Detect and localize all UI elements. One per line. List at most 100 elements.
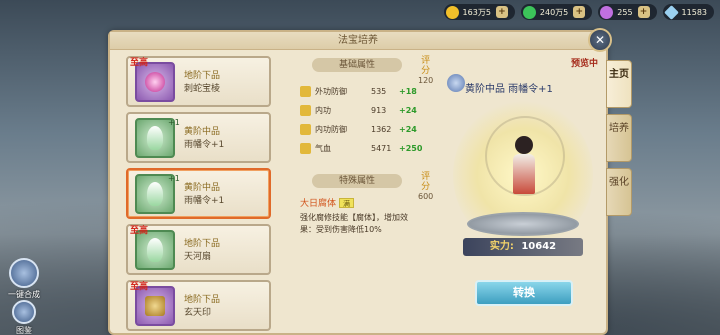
special-skill: 大日腐体 满 强化腐修技能【腐体】，增加效果：受到伤害降低10% — [290, 196, 440, 236]
base-score: 评分 120 — [418, 56, 433, 86]
diamond-icon — [663, 4, 679, 20]
grade-emblem-icon — [447, 74, 465, 92]
base-attr-list: 外功防御 535 +18 内功 913 +24 内功防御 1362 +24 气血… — [290, 82, 440, 158]
attr-value: 535 — [371, 87, 387, 96]
skill-name: 大日腐体 — [300, 199, 337, 209]
gold-coin-icon — [445, 5, 459, 19]
item-name: 刺蛇宝棱 — [184, 84, 221, 94]
currency-gold-value: 163万5 — [462, 7, 491, 17]
attribute-section: 基础属性 评分 120 外功防御 535 +18 内功 913 +24 内功防御 — [290, 56, 440, 326]
treasure-list[interactable]: 至高 地阶下品 刺蛇宝棱 +1 黄阶中品 雨幡令+1 +1 黄阶中品 雨幡令+1… — [126, 56, 281, 334]
shield-icon — [300, 86, 311, 97]
attr-name: 内功 — [315, 106, 331, 115]
attr-row: 气血 5471 +250 — [300, 139, 440, 158]
attr-row: 内功防御 1362 +24 — [300, 120, 440, 139]
score-value: 120 — [418, 76, 434, 85]
attr-delta: +250 — [399, 144, 423, 153]
item-plus: +1 — [168, 174, 180, 183]
item-grade: 黄阶中品 — [184, 127, 221, 137]
power-display: 实力: 10642 — [463, 238, 583, 256]
list-item[interactable]: 至高 地阶下品 刺蛇宝棱 — [126, 56, 271, 107]
item-grade: 地阶下品 — [184, 71, 221, 81]
leaf-token-icon — [147, 126, 163, 150]
attr-value: 913 — [371, 106, 387, 115]
currency-bar: 163万5 + 240万5 + 255 + 11583 — [443, 3, 714, 21]
item-plus: +1 — [168, 118, 180, 127]
treasure-panel: 法宝培养 ✕ 至高 地阶下品 刺蛇宝棱 +1 黄阶中品 雨幡令+1 +1 黄阶中… — [108, 28, 612, 335]
add-jade-button[interactable]: + — [573, 6, 586, 18]
tab-home[interactable]: 主页 — [606, 60, 632, 108]
skill-level-badge: 满 — [339, 197, 355, 208]
top-tier-tag: 至高 — [130, 282, 149, 292]
special-attr-header: 特殊属性 评分 600 — [290, 172, 433, 201]
tab-cultivate[interactable]: 培养 — [606, 114, 632, 162]
preview-title: 黄阶中品 雨幡令+1 — [465, 84, 553, 95]
special-attr-label: 特殊属性 — [312, 174, 402, 188]
treasure-thumb — [135, 286, 175, 326]
treasure-preview: 预览中 黄阶中品 雨幡令+1 实力: 10642 转换 — [445, 54, 605, 334]
treasure-thumb — [135, 62, 175, 102]
panel-title: 法宝培养 — [110, 32, 606, 50]
seal-icon — [145, 296, 165, 316]
fan-icon — [147, 238, 163, 262]
codex-label: 图鉴 — [16, 326, 32, 335]
item-name: 雨幡令+1 — [184, 196, 225, 206]
item-grade: 黄阶中品 — [184, 183, 221, 193]
currency-jade-value: 240万5 — [539, 7, 569, 17]
base-attr-header: 基础属性 评分 120 — [290, 56, 433, 85]
score-label: 评分 — [421, 56, 431, 76]
currency-jade[interactable]: 240万5 + — [520, 4, 593, 20]
item-name: 玄天印 — [184, 308, 212, 318]
tab-enhance[interactable]: 强化 — [606, 168, 632, 216]
item-name: 雨幡令+1 — [184, 140, 225, 150]
character-model — [507, 136, 541, 206]
power-value: 10642 — [521, 241, 557, 252]
list-item-selected[interactable]: +1 黄阶中品 雨幡令+1 — [126, 168, 271, 219]
add-orb-button[interactable]: + — [637, 6, 650, 18]
attr-name: 外功防御 — [315, 87, 347, 96]
currency-diamond[interactable]: 11583 — [662, 4, 714, 20]
codex-button[interactable]: 图鉴 — [4, 300, 44, 335]
flower-gem-icon — [145, 72, 165, 92]
item-name: 天河扇 — [184, 252, 212, 262]
currency-gold[interactable]: 163万5 + — [443, 4, 515, 20]
leaf-token-icon — [147, 182, 163, 206]
attr-name: 内功防御 — [315, 125, 347, 134]
sword-icon — [300, 105, 311, 116]
base-attr-label: 基础属性 — [312, 58, 402, 72]
currency-diamond-value: 11583 — [681, 7, 707, 17]
currency-orb[interactable]: 255 + — [598, 4, 657, 20]
pedestal — [467, 212, 579, 236]
one-click-combine-button[interactable]: 一键合成 — [4, 258, 44, 300]
combine-label: 一键合成 — [8, 290, 40, 299]
attr-value: 5471 — [371, 144, 392, 153]
list-item[interactable]: +1 黄阶中品 雨幡令+1 — [126, 112, 271, 163]
attr-delta: +24 — [399, 106, 417, 115]
power-label: 实力: — [489, 241, 514, 252]
list-item[interactable]: 至高 地阶下品 天河扇 — [126, 224, 271, 275]
attr-delta: +24 — [399, 125, 417, 134]
attr-value: 1362 — [371, 125, 392, 134]
purple-orb-icon — [600, 5, 614, 19]
treasure-thumb — [135, 230, 175, 270]
attr-delta: +18 — [399, 87, 417, 96]
add-gold-button[interactable]: + — [495, 6, 508, 18]
special-score: 评分 600 — [418, 172, 433, 202]
preview-tag: 预览中 — [571, 59, 599, 69]
swap-button[interactable]: 转换 — [475, 280, 573, 306]
character-head — [515, 136, 533, 154]
attr-row: 内功 913 +24 — [300, 101, 440, 120]
heart-icon — [300, 143, 311, 154]
list-item[interactable]: 至高 地阶下品 玄天印 — [126, 280, 271, 331]
score-value: 600 — [418, 192, 434, 201]
item-grade: 地阶下品 — [184, 295, 221, 305]
close-button[interactable]: ✕ — [588, 28, 612, 52]
item-grade: 地阶下品 — [184, 239, 221, 249]
currency-orb-value: 255 — [617, 7, 633, 17]
side-tabs: 主页 培养 强化 — [606, 60, 632, 222]
score-label: 评分 — [421, 172, 431, 192]
hammer-icon — [9, 258, 39, 288]
top-tier-tag: 至高 — [130, 58, 149, 68]
book-icon — [12, 300, 36, 324]
shield-icon — [300, 124, 311, 135]
